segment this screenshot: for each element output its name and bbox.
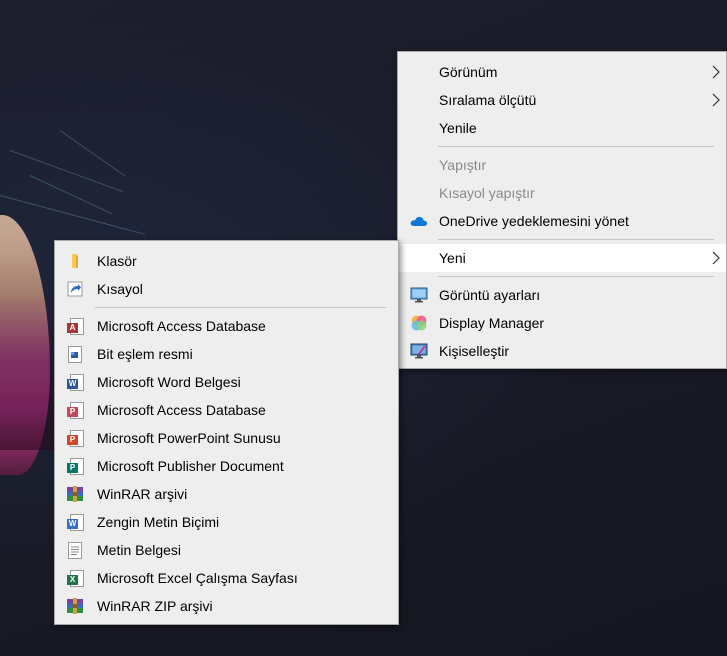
menu-item-label: Microsoft Word Belgesi <box>97 374 241 390</box>
display-manager-icon <box>410 314 428 332</box>
new-item-shortcut[interactable]: Kısayol <box>55 275 398 303</box>
menu-separator <box>95 307 386 308</box>
onedrive-cloud-icon <box>410 212 428 230</box>
menu-item-display-settings[interactable]: Görüntü ayarları <box>398 281 726 309</box>
chevron-right-icon <box>712 251 720 265</box>
access-icon: A <box>66 317 84 335</box>
menu-item-label: Microsoft Access Database <box>97 402 266 418</box>
menu-separator <box>438 276 714 277</box>
menu-item-label: Zengin Metin Biçimi <box>97 514 220 530</box>
menu-item-sort-by[interactable]: Sıralama ölçütü <box>398 86 726 114</box>
new-item-winrar-zip[interactable]: WinRAR ZIP arşivi <box>55 592 398 620</box>
menu-item-label: Bit eşlem resmi <box>97 346 193 362</box>
menu-item-paste-shortcut[interactable]: Kısayol yapıştır <box>398 179 726 207</box>
menu-item-label: Microsoft PowerPoint Sunusu <box>97 430 281 446</box>
menu-item-onedrive-backup[interactable]: OneDrive yedeklemesini yönet <box>398 207 726 235</box>
excel-icon: X <box>66 569 84 587</box>
chevron-right-icon <box>712 93 720 107</box>
menu-item-label: Görünüm <box>439 64 498 80</box>
new-item-bitmap[interactable]: Bit eşlem resmi <box>55 340 398 368</box>
text-document-icon <box>66 541 84 559</box>
shortcut-icon <box>66 280 84 298</box>
bitmap-icon <box>66 345 84 363</box>
menu-item-label: Klasör <box>97 253 137 269</box>
menu-item-label: Kısayol yapıştır <box>439 185 535 201</box>
new-item-publisher[interactable]: P Microsoft Publisher Document <box>55 452 398 480</box>
menu-item-label: Microsoft Excel Çalışma Sayfası <box>97 570 298 586</box>
new-item-powerpoint[interactable]: P Microsoft PowerPoint Sunusu <box>55 424 398 452</box>
menu-item-new[interactable]: Yeni <box>398 244 726 272</box>
display-settings-icon <box>410 286 428 304</box>
winrar-zip-icon <box>66 597 84 615</box>
menu-item-refresh[interactable]: Yenile <box>398 114 726 142</box>
powerpoint-icon: P <box>66 429 84 447</box>
menu-item-label: Microsoft Access Database <box>97 318 266 334</box>
new-item-folder[interactable]: Klasör <box>55 247 398 275</box>
folder-icon <box>66 252 84 270</box>
menu-item-label: Kısayol <box>97 281 143 297</box>
menu-item-label: WinRAR ZIP arşivi <box>97 598 213 614</box>
menu-item-label: Metin Belgesi <box>97 542 182 558</box>
new-item-text-document[interactable]: Metin Belgesi <box>55 536 398 564</box>
winrar-icon <box>66 485 84 503</box>
menu-item-view[interactable]: Görünüm <box>398 58 726 86</box>
new-item-access-database-2[interactable]: P Microsoft Access Database <box>55 396 398 424</box>
desktop-context-menu: Görünüm Sıralama ölçütü Yenile Yapıştır … <box>397 51 727 369</box>
menu-item-label: Yeni <box>439 250 466 266</box>
menu-item-personalize[interactable]: Kişiselleştir <box>398 337 726 365</box>
new-item-winrar-archive[interactable]: WinRAR arşivi <box>55 480 398 508</box>
word-icon: W <box>66 373 84 391</box>
menu-item-label: Sıralama ölçütü <box>439 92 537 108</box>
menu-item-label: Yapıştır <box>439 157 487 173</box>
new-item-excel-sheet[interactable]: X Microsoft Excel Çalışma Sayfası <box>55 564 398 592</box>
menu-item-label: Yenile <box>439 120 477 136</box>
menu-item-label: Display Manager <box>439 315 545 331</box>
new-item-access-database[interactable]: A Microsoft Access Database <box>55 312 398 340</box>
new-submenu: Klasör Kısayol A Microsoft Access Databa… <box>54 240 399 625</box>
menu-item-display-manager[interactable]: Display Manager <box>398 309 726 337</box>
menu-item-label: Kişiselleştir <box>439 343 510 359</box>
access-icon: P <box>66 401 84 419</box>
menu-item-label: Görüntü ayarları <box>439 287 541 303</box>
menu-separator <box>438 239 714 240</box>
menu-item-label: OneDrive yedeklemesini yönet <box>439 213 629 229</box>
menu-item-label: WinRAR arşivi <box>97 486 188 502</box>
menu-separator <box>438 146 714 147</box>
wordpad-icon: W <box>66 513 84 531</box>
menu-item-label: Microsoft Publisher Document <box>97 458 284 474</box>
new-item-rich-text[interactable]: W Zengin Metin Biçimi <box>55 508 398 536</box>
chevron-right-icon <box>712 65 720 79</box>
menu-item-paste[interactable]: Yapıştır <box>398 151 726 179</box>
personalize-icon <box>410 342 428 360</box>
publisher-icon: P <box>66 457 84 475</box>
new-item-word-document[interactable]: W Microsoft Word Belgesi <box>55 368 398 396</box>
